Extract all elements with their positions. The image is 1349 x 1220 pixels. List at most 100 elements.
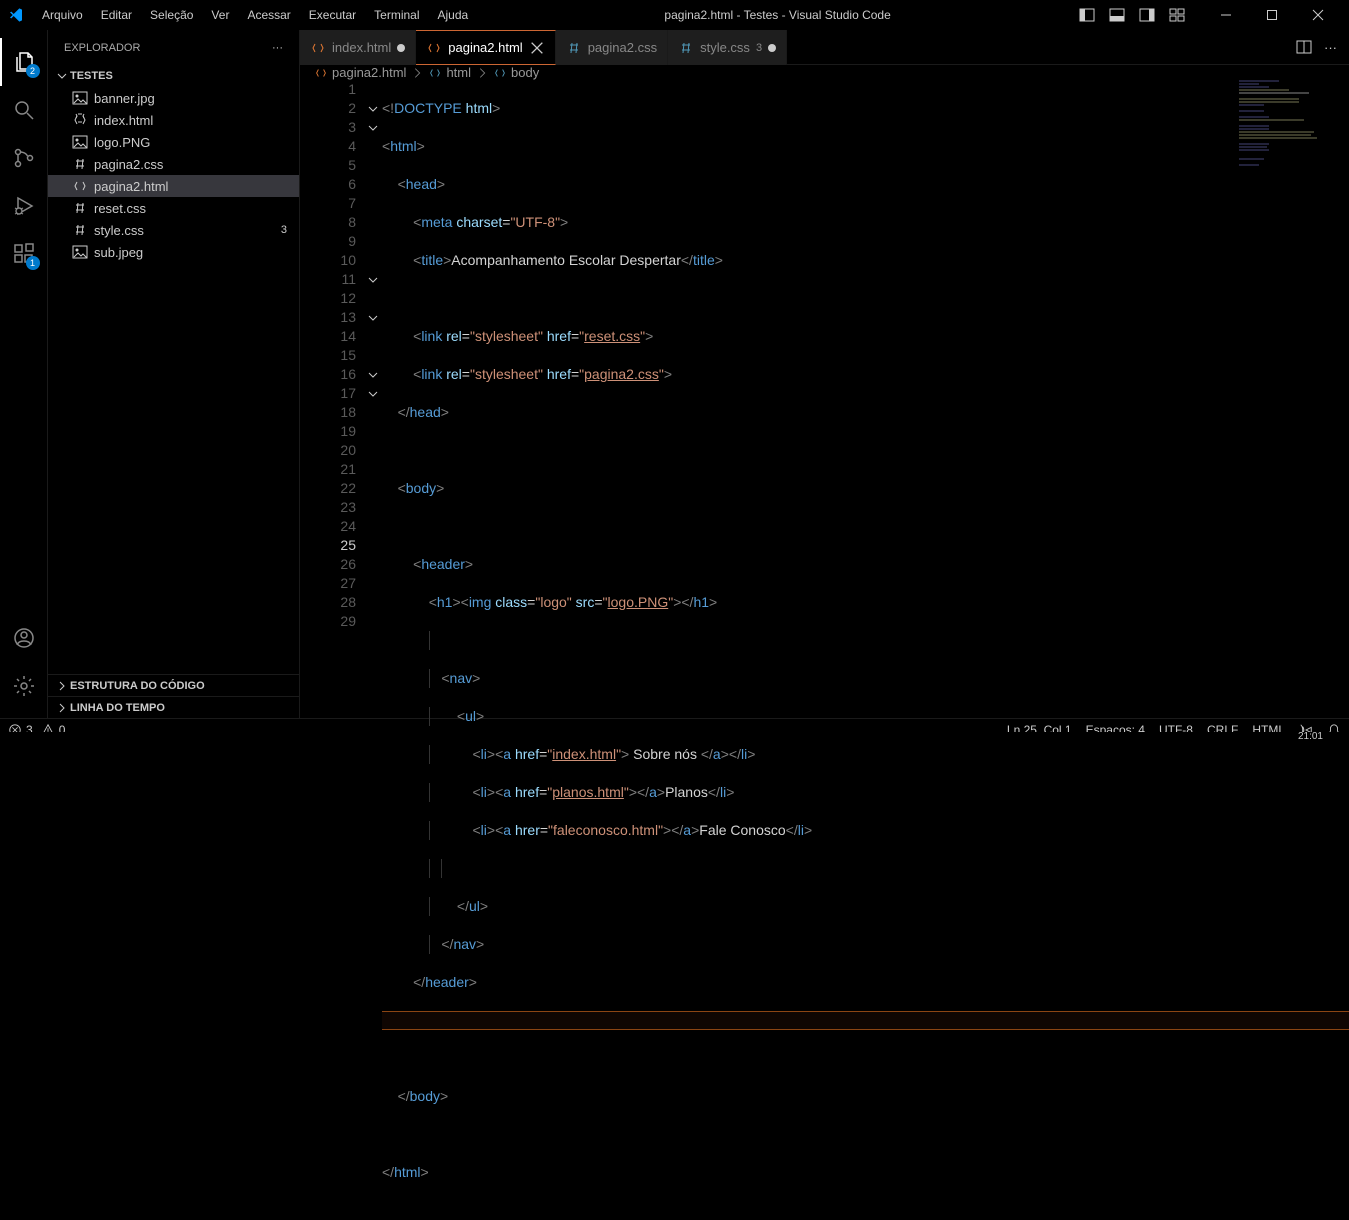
chevron-right-icon bbox=[56, 702, 68, 714]
css-icon bbox=[72, 222, 88, 238]
tab-style-css[interactable]: style.css 3 bbox=[668, 30, 787, 65]
tabs-bar: index.html pagina2.html pagina2.css styl… bbox=[300, 30, 1349, 65]
editor-area: index.html pagina2.html pagina2.css styl… bbox=[300, 30, 1349, 718]
file-logo-png[interactable]: logo.PNG bbox=[48, 131, 299, 153]
folder-testes[interactable]: TESTES bbox=[48, 65, 299, 87]
html-icon bbox=[72, 178, 88, 194]
file-banner-jpg[interactable]: banner.jpg bbox=[48, 87, 299, 109]
explorer-badge: 2 bbox=[26, 64, 40, 78]
menu-terminal[interactable]: Terminal bbox=[366, 4, 427, 26]
window-title: pagina2.html - Testes - Visual Studio Co… bbox=[476, 8, 1079, 22]
sidebar-header: EXPLORADOR ··· bbox=[48, 30, 299, 65]
html-icon bbox=[310, 40, 326, 56]
file-sub-jpeg[interactable]: sub.jpeg bbox=[48, 241, 299, 263]
symbol-icon bbox=[493, 66, 507, 80]
crumb-body[interactable]: body bbox=[493, 65, 539, 80]
file-style-css[interactable]: style.css 3 bbox=[48, 219, 299, 241]
debug-icon bbox=[12, 194, 36, 218]
menu-selecao[interactable]: Seleção bbox=[142, 4, 201, 26]
window-controls bbox=[1203, 0, 1341, 30]
activity-search[interactable] bbox=[0, 86, 48, 134]
search-icon bbox=[12, 98, 36, 122]
crumb-file[interactable]: pagina2.html bbox=[314, 65, 406, 80]
activity-settings[interactable] bbox=[0, 662, 48, 710]
account-icon bbox=[12, 626, 36, 650]
menu-ajuda[interactable]: Ajuda bbox=[430, 4, 477, 26]
folding-column bbox=[364, 80, 382, 1220]
file-index-html[interactable]: index.html bbox=[48, 109, 299, 131]
toggle-panel-left-icon[interactable] bbox=[1079, 7, 1095, 23]
sidebar-title: EXPLORADOR bbox=[64, 42, 140, 54]
vscode-icon bbox=[8, 7, 24, 23]
css-icon bbox=[72, 200, 88, 216]
symbol-icon bbox=[428, 66, 442, 80]
image-icon bbox=[72, 244, 88, 260]
more-actions-icon[interactable]: ··· bbox=[1324, 40, 1337, 55]
git-icon bbox=[12, 146, 36, 170]
chevron-right-icon bbox=[410, 66, 424, 80]
timeline-section[interactable]: LINHA DO TEMPO bbox=[48, 696, 299, 718]
file-tree: TESTES banner.jpg index.html logo.PNG pa… bbox=[48, 65, 299, 674]
tab-pagina2-css[interactable]: pagina2.css bbox=[556, 30, 668, 65]
activity-source-control[interactable] bbox=[0, 134, 48, 182]
modified-dot-icon bbox=[768, 44, 776, 52]
chevron-down-icon[interactable] bbox=[367, 369, 379, 381]
code-content[interactable]: <!DOCTYPE html> <html> <head> <meta char… bbox=[382, 80, 1349, 1220]
chevron-right-icon bbox=[56, 680, 68, 692]
chevron-down-icon bbox=[56, 70, 68, 82]
outline-section[interactable]: ESTRUTURA DO CÓDIGO bbox=[48, 674, 299, 696]
code-editor[interactable]: 1234567891011121314151617181920212223242… bbox=[300, 80, 1349, 1220]
tab-pagina2-html[interactable]: pagina2.html bbox=[416, 30, 555, 65]
chevron-down-icon[interactable] bbox=[367, 312, 379, 324]
menu-executar[interactable]: Executar bbox=[301, 4, 364, 26]
gear-icon bbox=[12, 674, 36, 698]
chevron-down-icon[interactable] bbox=[367, 122, 379, 134]
layout-controls bbox=[1079, 7, 1185, 23]
modified-dot-icon bbox=[397, 44, 405, 52]
activity-explorer[interactable]: 2 bbox=[0, 38, 48, 86]
breadcrumbs[interactable]: pagina2.html html body bbox=[300, 65, 1349, 80]
maximize-button[interactable] bbox=[1249, 0, 1295, 30]
file-pagina2-css[interactable]: pagina2.css bbox=[48, 153, 299, 175]
html-icon bbox=[314, 66, 328, 80]
sidebar-more-icon[interactable]: ··· bbox=[272, 42, 283, 54]
menu-bar: Arquivo Editar Seleção Ver Acessar Execu… bbox=[34, 4, 476, 26]
toggle-panel-bottom-icon[interactable] bbox=[1109, 7, 1125, 23]
crumb-html[interactable]: html bbox=[428, 65, 471, 80]
problems-badge: 3 bbox=[281, 224, 291, 236]
menu-arquivo[interactable]: Arquivo bbox=[34, 4, 91, 26]
menu-ver[interactable]: Ver bbox=[203, 4, 237, 26]
split-editor-icon[interactable] bbox=[1296, 39, 1312, 55]
system-clock: 21:01 bbox=[1298, 731, 1323, 742]
file-reset-css[interactable]: reset.css bbox=[48, 197, 299, 219]
minimize-button[interactable] bbox=[1203, 0, 1249, 30]
html-icon bbox=[426, 40, 442, 56]
activity-account[interactable] bbox=[0, 614, 48, 662]
title-bar: Arquivo Editar Seleção Ver Acessar Execu… bbox=[0, 0, 1349, 30]
problems-count: 3 bbox=[756, 42, 762, 54]
image-icon bbox=[72, 90, 88, 106]
customize-layout-icon[interactable] bbox=[1169, 7, 1185, 23]
activity-extensions[interactable]: 1 bbox=[0, 230, 48, 278]
toggle-panel-right-icon[interactable] bbox=[1139, 7, 1155, 23]
chevron-down-icon[interactable] bbox=[367, 388, 379, 400]
menu-acessar[interactable]: Acessar bbox=[239, 4, 298, 26]
css-icon bbox=[678, 40, 694, 56]
sidebar: EXPLORADOR ··· TESTES banner.jpg index.h… bbox=[48, 30, 300, 718]
line-numbers: 1234567891011121314151617181920212223242… bbox=[300, 80, 364, 1220]
chevron-right-icon bbox=[475, 66, 489, 80]
sidebar-footer: ESTRUTURA DO CÓDIGO LINHA DO TEMPO bbox=[48, 674, 299, 718]
close-tab-icon[interactable] bbox=[529, 40, 545, 56]
chevron-down-icon[interactable] bbox=[367, 274, 379, 286]
file-pagina2-html[interactable]: pagina2.html bbox=[48, 175, 299, 197]
chevron-down-icon[interactable] bbox=[367, 103, 379, 115]
menu-editar[interactable]: Editar bbox=[93, 4, 140, 26]
activity-bar: 2 1 bbox=[0, 30, 48, 718]
extensions-badge: 1 bbox=[26, 256, 40, 270]
close-button[interactable] bbox=[1295, 0, 1341, 30]
minimap[interactable] bbox=[1239, 80, 1339, 230]
tab-index-html[interactable]: index.html bbox=[300, 30, 416, 65]
html-icon bbox=[72, 112, 88, 128]
image-icon bbox=[72, 134, 88, 150]
activity-run-debug[interactable] bbox=[0, 182, 48, 230]
